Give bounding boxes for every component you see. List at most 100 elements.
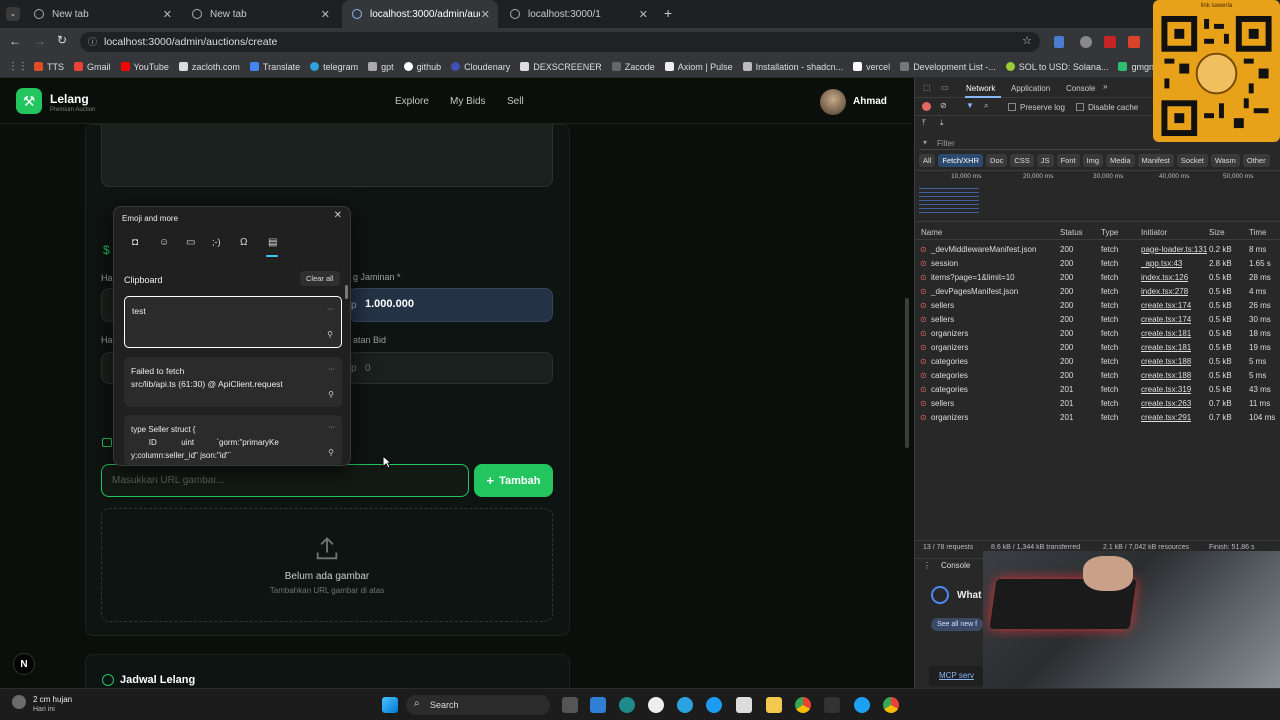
request-initiator[interactable]: create.tsx:181 xyxy=(1141,329,1191,338)
clipboard-item[interactable]: type Seller struct { ID uint `gorm:"prim… xyxy=(124,415,342,465)
clear-icon[interactable]: ⊘ xyxy=(940,101,947,110)
type-filter[interactable]: Wasm xyxy=(1210,154,1240,167)
bookmark[interactable]: telegram xyxy=(310,62,358,72)
column-header[interactable]: Time xyxy=(1249,228,1266,237)
network-request-row[interactable]: ⊙ sellers 201 fetch create.tsx:263 0.7 kB 11 m… xyxy=(915,396,1280,410)
scrollbar[interactable] xyxy=(905,298,909,448)
bookmark[interactable]: Translate xyxy=(249,62,300,72)
bookmark[interactable]: Cloudenary xyxy=(451,62,510,72)
column-header[interactable]: Name xyxy=(921,228,942,237)
app-icon[interactable] xyxy=(706,697,722,713)
import-icon[interactable]: ⤒ xyxy=(922,118,926,128)
network-request-row[interactable]: ⊙ categories 200 fetch create.tsx:188 0.5 kB 5… xyxy=(915,368,1280,382)
close-icon[interactable]: ✕ xyxy=(321,8,330,21)
clipboard-icon[interactable]: ▤ xyxy=(268,237,277,248)
emoji-icon[interactable]: ☺ xyxy=(159,237,169,248)
pin-icon[interactable]: ⚲ xyxy=(327,328,333,341)
task-view-icon[interactable] xyxy=(562,697,578,713)
app-icon[interactable] xyxy=(619,697,635,713)
clear-all-button[interactable]: Clear all xyxy=(300,271,340,286)
user-name[interactable]: Ahmad xyxy=(853,96,887,107)
column-header[interactable]: Status xyxy=(1060,228,1083,237)
column-header[interactable]: Type xyxy=(1101,228,1118,237)
app-icon[interactable] xyxy=(736,697,752,713)
bookmark[interactable]: gpt xyxy=(368,62,394,72)
nav-my-bids[interactable]: My Bids xyxy=(450,96,486,107)
disable-cache-checkbox[interactable] xyxy=(1076,103,1084,111)
back-icon[interactable]: ← xyxy=(9,34,21,48)
bookmark[interactable]: YouTube xyxy=(120,62,169,72)
tab-1[interactable]: New tab ✕ xyxy=(24,0,180,28)
request-initiator[interactable]: create.tsx:319 xyxy=(1141,385,1191,394)
request-initiator[interactable]: _app.tsx:43 xyxy=(1141,259,1182,268)
weather-icon[interactable] xyxy=(12,695,26,709)
chrome-icon[interactable] xyxy=(795,697,811,713)
vscode-icon[interactable] xyxy=(590,697,606,713)
pin-icon[interactable]: ⚲ xyxy=(328,446,334,459)
kaomoji-icon[interactable]: ;-) xyxy=(212,237,221,247)
network-request-row[interactable]: ⊙ session 200 fetch _app.tsx:43 2.8 kB 1.65 s xyxy=(915,256,1280,270)
bookmark[interactable]: Development List -... xyxy=(900,62,996,72)
bookmark[interactable]: Gmail xyxy=(74,62,111,72)
github-icon[interactable] xyxy=(648,697,664,713)
request-initiator[interactable]: create.tsx:188 xyxy=(1141,371,1191,380)
device-toggle-icon[interactable]: ▭ xyxy=(941,83,949,92)
column-header[interactable]: Size xyxy=(1209,228,1225,237)
image-url-input[interactable]: Masukkan URL gambar... xyxy=(101,464,469,497)
windows-start-icon[interactable] xyxy=(382,697,398,713)
type-filter[interactable]: CSS xyxy=(1010,154,1034,167)
type-filter-active[interactable]: Fetch/XHR xyxy=(938,154,984,167)
extension-icon[interactable] xyxy=(1128,36,1140,48)
scrollbar[interactable] xyxy=(345,285,348,299)
record-icon[interactable] xyxy=(922,102,931,111)
filter-icon[interactable]: ▼ xyxy=(966,101,974,110)
request-initiator[interactable]: create.tsx:181 xyxy=(1141,343,1191,352)
add-image-button[interactable]: + Tambah xyxy=(474,464,553,497)
close-icon[interactable]: ✕ xyxy=(481,8,490,21)
network-timeline[interactable]: 10,000 ms 20,000 ms 30,000 ms 40,000 ms … xyxy=(915,170,1280,222)
more-icon[interactable]: ··· xyxy=(328,363,335,376)
request-initiator[interactable]: index.tsx:126 xyxy=(1141,273,1188,282)
extension-icon[interactable] xyxy=(1104,36,1116,48)
bookmark[interactable]: gmgn xyxy=(1118,62,1154,72)
gavel-icon[interactable]: ⚒ xyxy=(16,88,42,114)
new-tab-button[interactable]: + xyxy=(664,5,672,21)
request-initiator[interactable]: index.tsx:278 xyxy=(1141,287,1188,296)
bookmark[interactable]: github xyxy=(403,62,441,72)
network-request-row[interactable]: ⊙ categories 201 fetch create.tsx:319 0.5 kB 4… xyxy=(915,382,1280,396)
site-info-icon[interactable]: ⓘ xyxy=(88,35,97,48)
type-filter[interactable]: All xyxy=(919,154,936,167)
type-filter[interactable]: JS xyxy=(1036,154,1054,167)
close-icon[interactable]: ✕ xyxy=(639,8,648,21)
extension-icon[interactable] xyxy=(1054,36,1064,48)
more-icon[interactable]: ··· xyxy=(327,303,334,316)
app-icon[interactable] xyxy=(854,697,870,713)
bookmark[interactable]: zacloth.com xyxy=(178,62,240,72)
app-icon[interactable] xyxy=(824,697,840,713)
network-request-row[interactable]: ⊙ categories 200 fetch create.tsx:188 0.5 kB 5… xyxy=(915,354,1280,368)
symbols-icon[interactable]: Ω xyxy=(240,237,247,248)
extension-icon[interactable] xyxy=(1080,36,1092,48)
request-initiator[interactable]: create.tsx:174 xyxy=(1141,315,1191,324)
bookmark[interactable]: TTS xyxy=(34,62,64,72)
forward-icon[interactable]: → xyxy=(34,34,46,48)
image-dropzone[interactable]: Belum ada gambar Tambahkan URL gambar di… xyxy=(101,508,553,622)
weather-temp[interactable]: 2 cm hujan xyxy=(33,695,72,704)
devtools-tab-application[interactable]: Application xyxy=(1011,84,1050,93)
preserve-log-checkbox[interactable] xyxy=(1008,103,1016,111)
request-initiator[interactable]: create.tsx:263 xyxy=(1141,399,1191,408)
bookmark[interactable]: Installation - shadcn... xyxy=(742,62,843,72)
network-request-row[interactable]: ⊙ _devMiddlewareManifest.json 200 fetch page… xyxy=(915,242,1280,256)
bookmark[interactable]: Axiom | Pulse xyxy=(664,62,733,72)
console-drawer-tab[interactable]: Console xyxy=(941,561,970,570)
network-request-row[interactable]: ⊙ sellers 200 fetch create.tsx:174 0.5 kB 26 m… xyxy=(915,298,1280,312)
network-request-row[interactable]: ⊙ _devPagesManifest.json 200 fetch index.tsx… xyxy=(915,284,1280,298)
jaminan-input[interactable]: p 1.000.000 xyxy=(348,288,553,322)
network-request-row[interactable]: ⊙ sellers 200 fetch create.tsx:174 0.5 kB 30 m… xyxy=(915,312,1280,326)
type-filter[interactable]: Socket xyxy=(1176,154,1208,167)
avatar[interactable] xyxy=(820,89,846,115)
see-all-button[interactable]: See all new f xyxy=(931,618,984,631)
network-request-row[interactable]: ⊙ organizers 200 fetch create.tsx:181 0.5 kB 1… xyxy=(915,340,1280,354)
close-icon[interactable]: ✕ xyxy=(334,210,342,221)
apps-grid-icon[interactable]: ⋮⋮ xyxy=(8,61,28,72)
